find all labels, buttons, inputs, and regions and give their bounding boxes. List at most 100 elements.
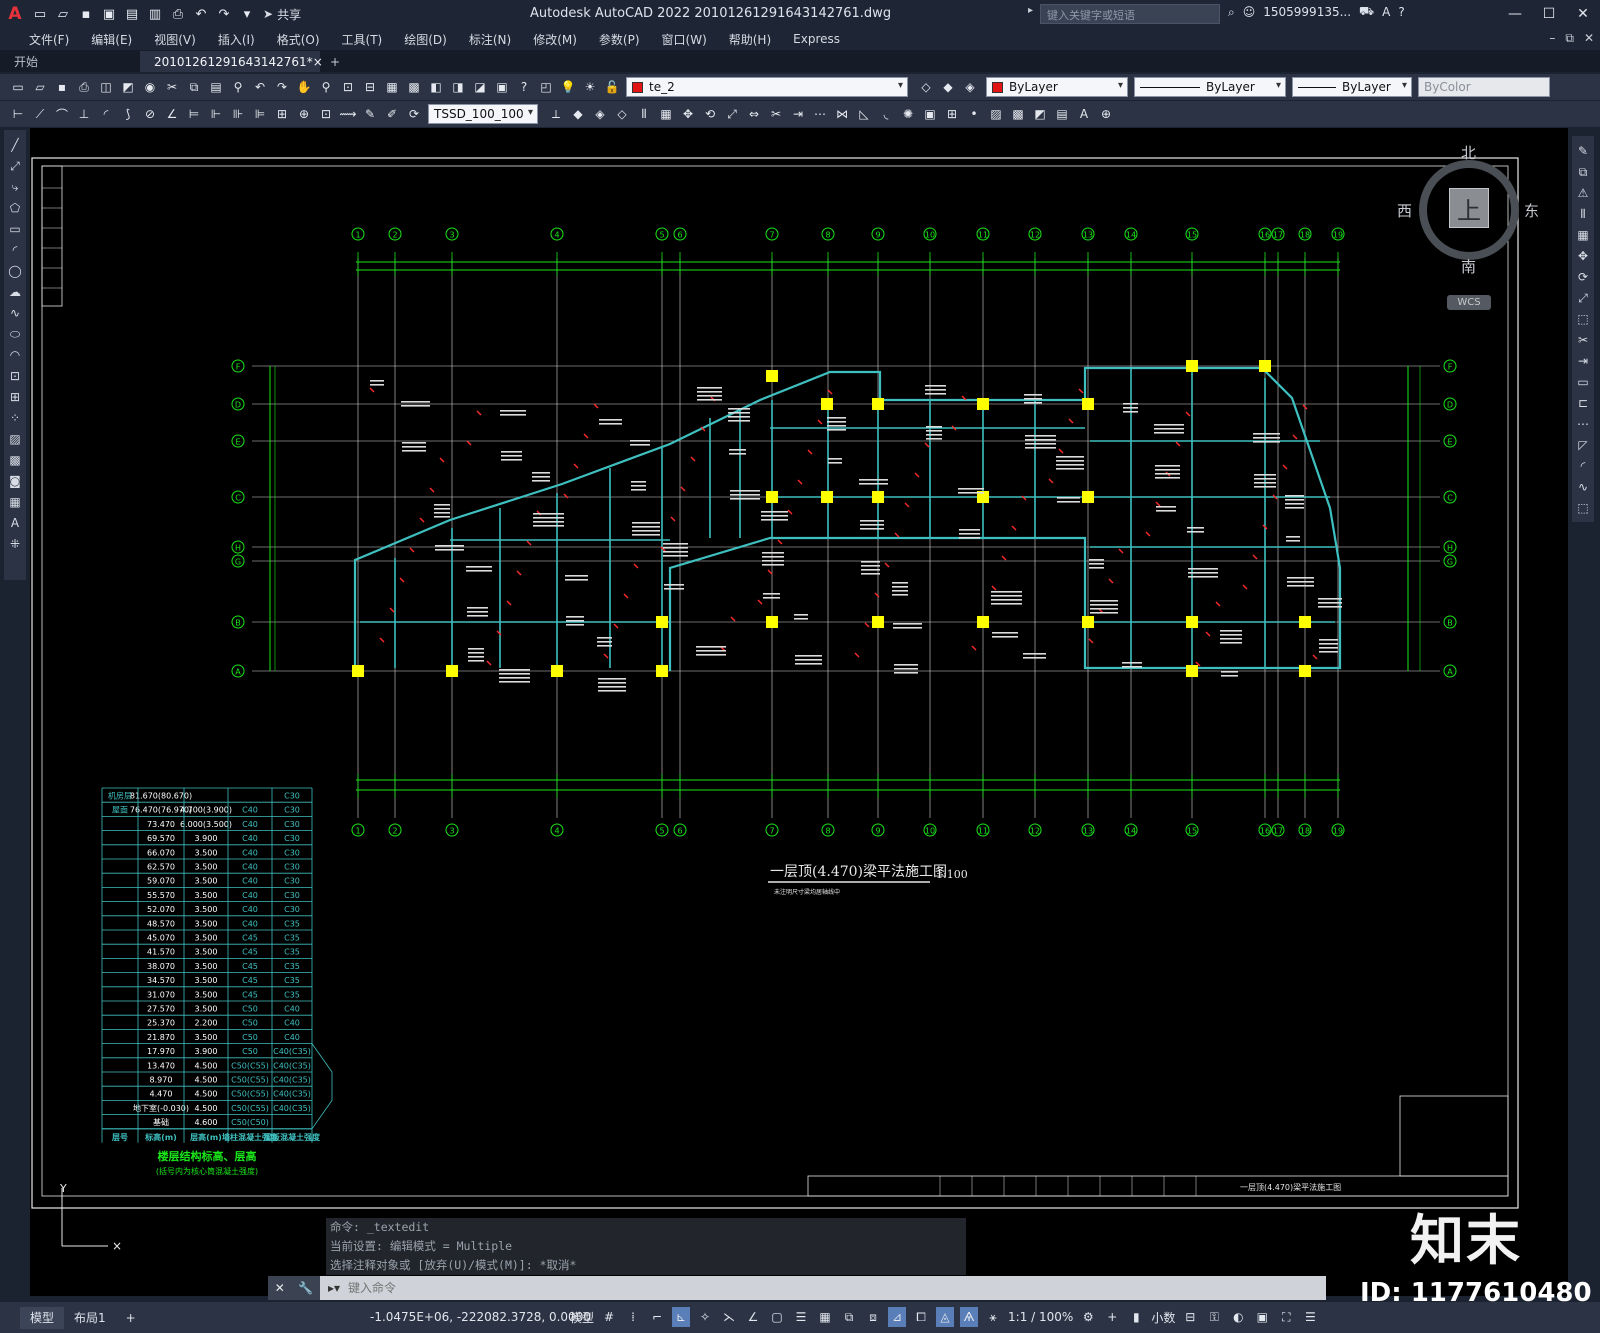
zoom-previous-icon[interactable]: ⊟ bbox=[360, 77, 380, 97]
extend-right-icon[interactable]: ⇥ bbox=[1574, 352, 1592, 370]
design-center-icon[interactable]: ▩ bbox=[404, 77, 424, 97]
viewcube-west[interactable]: 西 bbox=[1397, 200, 1412, 221]
dim-radius-icon[interactable]: ◜ bbox=[96, 104, 116, 124]
menu-tools[interactable]: 工具(T) bbox=[331, 31, 394, 48]
markup-icon[interactable]: ◪ bbox=[470, 77, 490, 97]
undo-icon[interactable]: ↶ bbox=[191, 5, 211, 23]
dim-text-edit-icon[interactable]: ✐ bbox=[382, 104, 402, 124]
model-space-button[interactable]: 模型 bbox=[570, 1309, 594, 1326]
doc-restore-icon[interactable]: ⧉ bbox=[1565, 31, 1574, 46]
offset-right-icon[interactable]: ⫴ bbox=[1574, 205, 1592, 223]
dim-continue-icon[interactable]: ⊪ bbox=[228, 104, 248, 124]
dim-baseline-icon[interactable]: ⊩ bbox=[206, 104, 226, 124]
publish-icon[interactable]: ▤ bbox=[122, 5, 142, 23]
menu-express[interactable]: Express bbox=[782, 32, 851, 46]
lineweight-dropdown[interactable]: ByLayer ▾ bbox=[1292, 77, 1412, 97]
make-current-icon[interactable]: ◇ bbox=[916, 77, 936, 97]
menu-format[interactable]: 格式(O) bbox=[266, 31, 331, 48]
erase-right-icon[interactable]: ✎ bbox=[1574, 142, 1592, 160]
tab-start[interactable]: 开始 bbox=[0, 51, 140, 72]
export-icon[interactable]: ▥ bbox=[145, 5, 165, 23]
mirror-icon[interactable]: ◇ bbox=[612, 104, 632, 124]
dim-space-icon[interactable]: ⊫ bbox=[250, 104, 270, 124]
preview-icon[interactable]: ◫ bbox=[96, 77, 116, 97]
fillet-right-icon[interactable]: ◜ bbox=[1574, 457, 1592, 475]
units-label[interactable]: 小数 bbox=[1151, 1309, 1175, 1326]
copy-object-icon[interactable]: ◈ bbox=[590, 104, 610, 124]
selection-filter-icon[interactable]: ⧠ bbox=[912, 1307, 930, 1327]
rotate-icon[interactable]: ⟲ bbox=[700, 104, 720, 124]
break-point-icon[interactable]: ▭ bbox=[1574, 373, 1592, 391]
minimize-icon[interactable]: — bbox=[1498, 0, 1532, 28]
selection-cycling-icon[interactable]: ⧉ bbox=[840, 1307, 858, 1327]
tool-palettes-icon[interactable]: ◧ bbox=[426, 77, 446, 97]
maximize-icon[interactable]: ☐ bbox=[1532, 0, 1566, 28]
mirror-right-icon[interactable]: ⚠ bbox=[1574, 184, 1592, 202]
save-as-icon[interactable]: ▣ bbox=[99, 5, 119, 23]
tab-layout1[interactable]: 布局1 bbox=[64, 1307, 116, 1329]
rectangle-icon[interactable]: ▭ bbox=[6, 220, 24, 238]
sheet-set-icon[interactable]: ◨ bbox=[448, 77, 468, 97]
menu-edit[interactable]: 编辑(E) bbox=[80, 31, 143, 48]
new-tab-button[interactable]: + bbox=[320, 51, 350, 72]
inspect-icon[interactable]: ⊡ bbox=[316, 104, 336, 124]
viewcube[interactable]: 上 北 南 西 东 WCS bbox=[1397, 138, 1539, 318]
region-icon[interactable]: ◩ bbox=[1030, 104, 1050, 124]
ellipse-icon[interactable]: ⬭ bbox=[6, 325, 24, 343]
region-left-icon[interactable]: ◙ bbox=[6, 472, 24, 490]
wcs-menu[interactable]: WCS bbox=[1447, 295, 1491, 310]
publish-tool-icon[interactable]: ◩ bbox=[118, 77, 138, 97]
snap-icon[interactable]: ⁞ bbox=[624, 1307, 642, 1327]
menu-draw[interactable]: 绘图(D) bbox=[393, 31, 458, 48]
annotation-visibility-icon[interactable]: Ѧ bbox=[960, 1307, 979, 1327]
save-file-icon[interactable]: ▪ bbox=[52, 77, 72, 97]
layer-freeze-icon[interactable]: ☀ bbox=[580, 77, 600, 97]
new-icon[interactable]: ▭ bbox=[30, 5, 50, 23]
open-file-icon[interactable]: ▱ bbox=[30, 77, 50, 97]
blend-icon[interactable]: ∿ bbox=[1574, 478, 1592, 496]
erase-icon[interactable]: ◆ bbox=[568, 104, 588, 124]
construction-line-icon[interactable]: ⤢ bbox=[6, 157, 24, 175]
open-icon[interactable]: ▱ bbox=[53, 5, 73, 23]
app-logo-button[interactable]: A bbox=[0, 0, 30, 28]
add-selected-icon[interactable]: ⊕ bbox=[1096, 104, 1116, 124]
gradient-left-icon[interactable]: ▩ bbox=[6, 451, 24, 469]
text-icon[interactable]: A bbox=[6, 514, 24, 532]
menu-help[interactable]: 帮助(H) bbox=[718, 31, 782, 48]
redo-tool-icon[interactable]: ↷ bbox=[272, 77, 292, 97]
dim-linear-icon[interactable]: ⊢ bbox=[8, 104, 28, 124]
copy-right-icon[interactable]: ⧉ bbox=[1574, 163, 1592, 181]
table-left-icon[interactable]: ▦ bbox=[6, 493, 24, 511]
scale-right-icon[interactable]: ⤢ bbox=[1574, 289, 1592, 307]
recent-commands-icon[interactable]: ▸▾ bbox=[320, 1276, 348, 1300]
quick-dim-icon[interactable]: ⊨ bbox=[184, 104, 204, 124]
paste-icon[interactable]: ▤ bbox=[206, 77, 226, 97]
cut-icon[interactable]: ✂ bbox=[162, 77, 182, 97]
mtext-icon[interactable]: A bbox=[1074, 104, 1094, 124]
point-icon[interactable]: • bbox=[964, 104, 984, 124]
dim-angular-icon[interactable]: ∠ bbox=[162, 104, 182, 124]
dim-update-icon[interactable]: ⟳ bbox=[404, 104, 424, 124]
dim-jogged-icon[interactable]: ⟆ bbox=[118, 104, 138, 124]
search-expand-icon[interactable]: ▸ bbox=[1028, 5, 1033, 16]
arc-icon[interactable]: ◜ bbox=[6, 241, 24, 259]
graphics-performance-icon[interactable]: ▣ bbox=[1253, 1307, 1271, 1327]
move-icon[interactable]: ✥ bbox=[678, 104, 698, 124]
extend-icon[interactable]: ⇥ bbox=[788, 104, 808, 124]
close-command-icon[interactable]: ✕ bbox=[275, 1281, 285, 1295]
viewcube-top-face[interactable]: 上 bbox=[1449, 188, 1489, 228]
add-selected-left-icon[interactable]: ⁜ bbox=[6, 535, 24, 553]
3d-print-icon[interactable]: ◉ bbox=[140, 77, 160, 97]
annotation-monitor-icon[interactable]: + bbox=[1103, 1307, 1121, 1327]
menu-insert[interactable]: 插入(I) bbox=[207, 31, 266, 48]
viewcube-south[interactable]: 南 bbox=[1461, 256, 1476, 277]
insert-block-left-icon[interactable]: ⊡ bbox=[6, 367, 24, 385]
gradient-icon[interactable]: ▩ bbox=[1008, 104, 1028, 124]
share-button[interactable]: ➤ 共享 bbox=[263, 6, 301, 23]
doc-close-icon[interactable]: ✕ bbox=[1584, 31, 1594, 46]
isodraft-icon[interactable]: ⋋ bbox=[720, 1307, 738, 1327]
layer-lock-icon[interactable]: 🔓 bbox=[602, 77, 622, 97]
tab-model[interactable]: 模型 bbox=[20, 1306, 65, 1329]
coordinate-readout[interactable]: -1.0475E+06, -222082.3728, 0.0000 bbox=[370, 1310, 591, 1324]
plot-icon[interactable]: ⎙ bbox=[168, 5, 188, 23]
